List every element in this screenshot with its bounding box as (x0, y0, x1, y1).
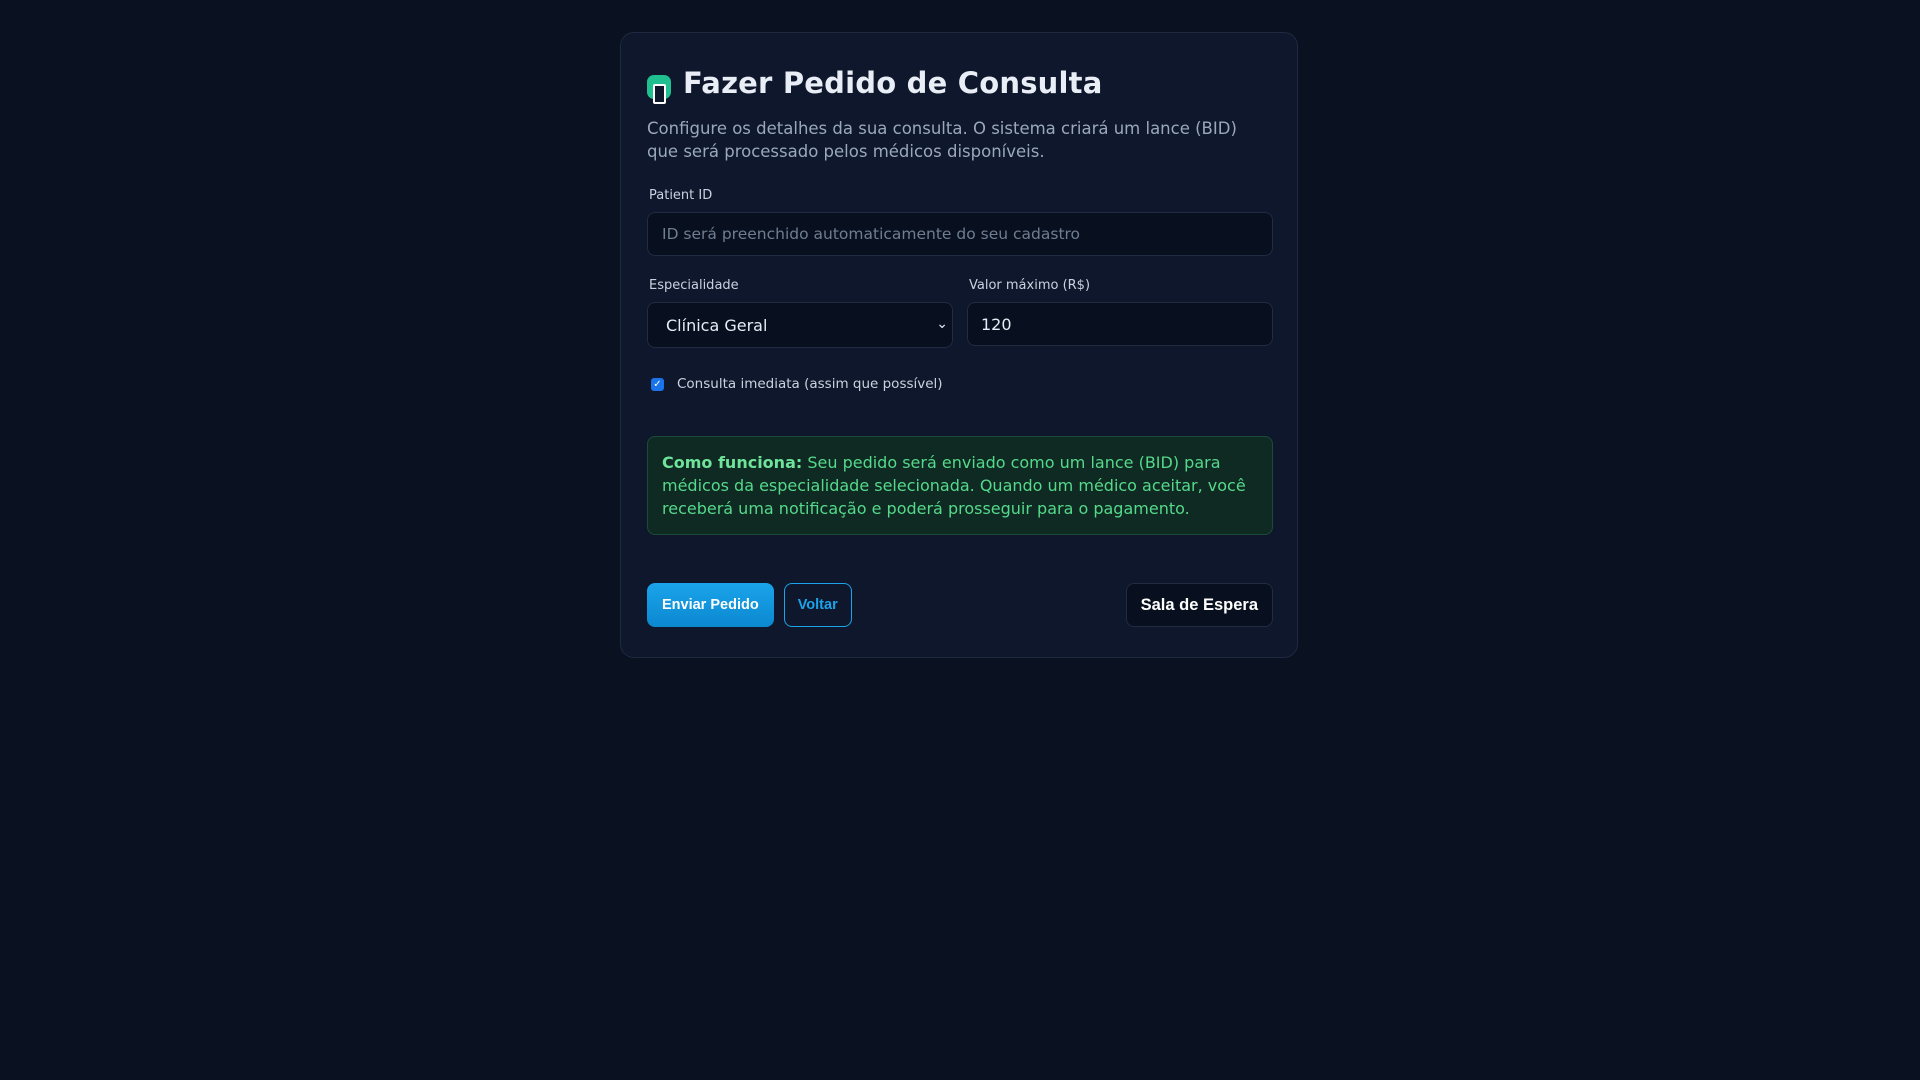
consultation-request-card: Fazer Pedido de Consulta Configure os de… (620, 32, 1298, 658)
page-title: Fazer Pedido de Consulta (683, 66, 1103, 100)
valor-maximo-input[interactable]: 120 (967, 302, 1273, 346)
patient-id-label: Patient ID (649, 188, 713, 203)
submit-request-button[interactable]: Enviar Pedido (647, 583, 774, 627)
actions-row: Enviar Pedido Voltar Sala de Espera (647, 583, 1273, 627)
patient-id-input[interactable] (647, 212, 1273, 256)
especialidade-group: Especialidade Clínica Geral ⌄ (647, 278, 953, 348)
patient-id-group: Patient ID (647, 188, 1273, 256)
valor-maximo-label: Valor máximo (R$) (969, 278, 1091, 293)
especialidade-valor-row: Especialidade Clínica Geral ⌄ Valor máxi… (647, 278, 1273, 348)
especialidade-select[interactable]: Clínica Geral ⌄ (647, 302, 953, 348)
especialidade-selected-value: Clínica Geral (666, 316, 768, 335)
phone-icon (647, 75, 671, 104)
page-description: Configure os detalhes da sua consulta. O… (647, 119, 1237, 161)
consulta-imediata-label: Consulta imediata (assim que possível) (677, 376, 943, 392)
title-row: Fazer Pedido de Consulta (647, 61, 1271, 105)
chevron-down-icon: ⌄ (936, 316, 948, 332)
consulta-imediata-checkbox[interactable]: ✓ (651, 377, 664, 391)
valor-maximo-value: 120 (981, 314, 1012, 334)
valor-maximo-group: Valor máximo (R$) 120 (967, 278, 1273, 348)
waiting-room-button[interactable]: Sala de Espera (1125, 583, 1273, 627)
especialidade-label: Especialidade (649, 278, 739, 293)
consulta-imediata-row: ✓ Consulta imediata (assim que possível) (651, 376, 1271, 392)
how-it-works-title: Como funciona: (662, 453, 803, 472)
how-it-works-box: Como funciona: Seu pedido será enviado c… (647, 436, 1273, 535)
back-button[interactable]: Voltar (783, 583, 852, 627)
